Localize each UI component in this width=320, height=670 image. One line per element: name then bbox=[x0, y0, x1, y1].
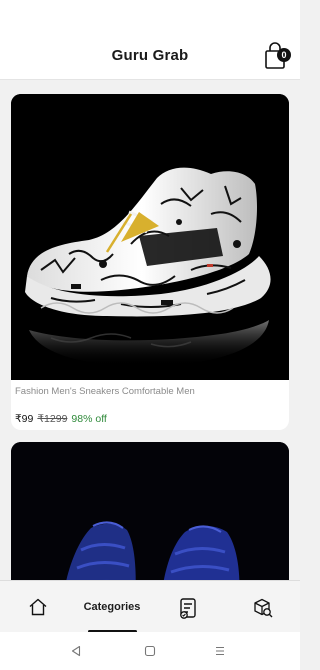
app-header: Guru Grab 0 bbox=[0, 32, 300, 80]
price-row: ₹99 ₹1299 98% off bbox=[15, 413, 107, 425]
system-navigation-bar bbox=[0, 632, 300, 670]
home-icon bbox=[29, 598, 47, 616]
back-triangle-icon bbox=[71, 645, 81, 657]
system-back-button[interactable] bbox=[70, 644, 82, 662]
menu-lines-icon bbox=[216, 646, 224, 656]
product-name[interactable]: Fashion Men's Sneakers Comfortable Men bbox=[15, 386, 195, 397]
package-search-icon bbox=[254, 598, 273, 618]
nav-orders[interactable] bbox=[172, 581, 204, 633]
product-card[interactable]: Fashion Men's Sneakers Comfortable Men ₹… bbox=[11, 94, 289, 430]
system-home-button[interactable] bbox=[144, 644, 156, 662]
nav-search[interactable] bbox=[246, 581, 278, 633]
nav-categories-label: Categories bbox=[83, 601, 141, 613]
cart-count-badge: 0 bbox=[277, 48, 291, 62]
nav-categories[interactable]: Categories bbox=[74, 581, 150, 633]
status-bar bbox=[0, 0, 300, 32]
product-card[interactable] bbox=[11, 442, 289, 580]
product-mrp: ₹1299 bbox=[37, 413, 68, 425]
product-feed[interactable]: Fashion Men's Sneakers Comfortable Men ₹… bbox=[0, 80, 300, 580]
product-image[interactable] bbox=[11, 94, 289, 380]
nav-home[interactable] bbox=[22, 581, 54, 633]
cart-button[interactable]: 0 bbox=[264, 42, 292, 72]
product-discount: 98% off bbox=[71, 413, 107, 425]
home-square-icon bbox=[144, 645, 156, 657]
app-title: Guru Grab bbox=[111, 47, 189, 64]
product-image[interactable] bbox=[11, 442, 289, 580]
system-recents-button[interactable] bbox=[214, 644, 226, 662]
orders-list-icon bbox=[180, 598, 196, 619]
bottom-navigation: Categories bbox=[0, 580, 300, 633]
product-price: ₹99 bbox=[15, 413, 34, 425]
